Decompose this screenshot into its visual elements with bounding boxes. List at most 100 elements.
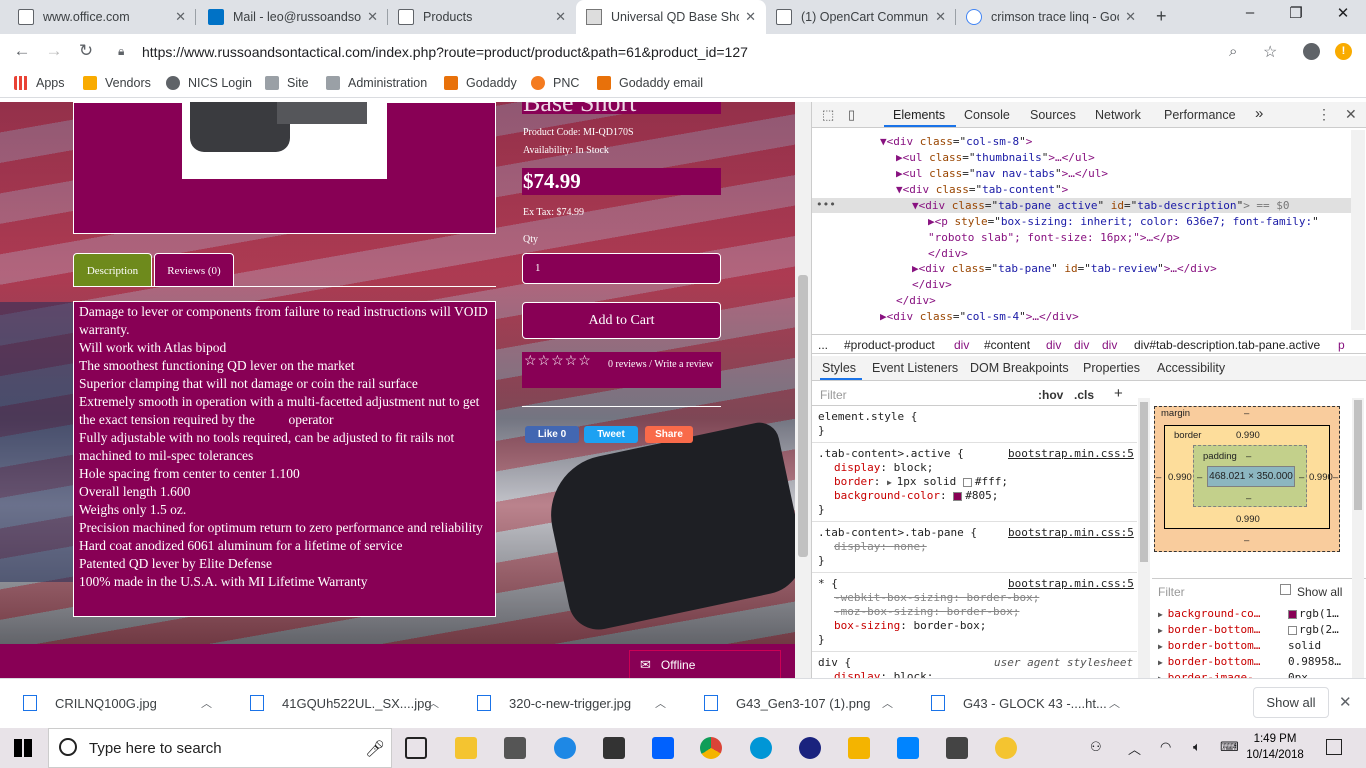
windows-start-icon[interactable] [14, 739, 32, 757]
task-view-icon[interactable] [405, 737, 427, 759]
margin-right-value[interactable]: – [1333, 472, 1338, 483]
dom-node-line[interactable]: ▼<div class="tab-content"> [896, 183, 1068, 196]
chevron-up-icon[interactable]: ︿ [882, 695, 893, 711]
breadcrumb-item[interactable]: div [1102, 338, 1117, 352]
margin-left-value[interactable]: – [1156, 472, 1161, 483]
new-rule-icon[interactable]: + [1114, 385, 1123, 402]
css-property[interactable]: box-sizing: border-box; [834, 619, 986, 632]
css-property[interactable]: display: block; [834, 461, 933, 474]
computed-filter-input[interactable]: Filter [1158, 585, 1185, 599]
css-selector[interactable]: element.style { [818, 410, 917, 423]
padding-bottom-value[interactable]: – [1246, 493, 1251, 504]
store-icon[interactable] [504, 737, 526, 759]
close-icon[interactable]: ✕ [175, 9, 186, 25]
close-icon[interactable]: ✕ [935, 9, 946, 25]
page-scrollbar-thumb[interactable] [798, 275, 808, 557]
computed-property-row[interactable]: ▶ border-bottom… [1158, 655, 1260, 668]
padding-top-value[interactable]: – [1246, 451, 1251, 462]
dom-node-line[interactable]: ▼<div class="tab-pane active" id="tab-de… [912, 199, 1290, 212]
zoom-icon[interactable]: ⌕ [1229, 43, 1237, 60]
bookmark-godaddy[interactable]: Godaddy [444, 76, 517, 90]
border-top-value[interactable]: 0.990 [1236, 430, 1260, 441]
forward-icon[interactable]: → [42, 41, 66, 61]
dom-node-line[interactable]: </div> [912, 278, 952, 291]
reviews-link[interactable]: 0 reviews / Write a review [522, 356, 721, 374]
css-source-link[interactable]: bootstrap.min.css:5 [1008, 577, 1134, 590]
downloads-show-all-button[interactable]: Show all [1253, 687, 1329, 718]
dom-node-line[interactable]: </div> [896, 294, 936, 307]
profile-avatar[interactable] [1303, 43, 1320, 60]
subtab-event-listeners[interactable]: Event Listeners [872, 361, 958, 375]
css-property[interactable]: border: ▶ 1px solid #fff; [834, 475, 1008, 488]
css-selector[interactable]: .tab-content>.tab-pane { [818, 526, 977, 539]
dom-node-line[interactable]: "roboto slab"; font-size: 16px;">…</p> [928, 231, 1180, 244]
dom-node-line[interactable]: ▶<div class="tab-pane" id="tab-review">…… [912, 262, 1217, 275]
margin-bottom-value[interactable]: – [1244, 535, 1249, 546]
download-item[interactable]: 320-c-new-trigger.jpg ︿ [477, 695, 666, 711]
dom-node-line[interactable]: ▼<div class="col-sm-8"> [880, 135, 1032, 148]
css-property[interactable]: background-color: #805; [834, 489, 998, 502]
chevron-up-icon[interactable]: ︿ [1128, 739, 1141, 758]
breadcrumb-item[interactable]: div [1074, 338, 1089, 352]
maximize-icon[interactable]: ❐ [1273, 4, 1319, 22]
bookmark-nics-login[interactable]: NICS Login [166, 76, 252, 90]
css-property[interactable]: -moz-box-sizing: border-box; [834, 605, 1019, 618]
css-property[interactable]: display: none; [834, 540, 927, 553]
css-selector[interactable]: .tab-content>.active { [818, 447, 964, 460]
chat-widget[interactable]: ✉ Offline [629, 650, 781, 678]
device-toolbar-icon[interactable]: ▯ [848, 107, 855, 123]
camera-icon[interactable] [946, 737, 968, 759]
border-right-value[interactable]: 0.990 [1309, 472, 1333, 483]
styles-scrollbar-thumb[interactable] [1140, 402, 1148, 562]
dom-node-line[interactable]: </div> [928, 247, 968, 260]
styles-filter-input[interactable]: Filter [820, 388, 847, 402]
dom-node-line[interactable]: ▶<div class="col-sm-4">…</div> [880, 310, 1079, 323]
file-explorer-icon[interactable] [455, 737, 477, 759]
computed-property-row[interactable]: ▶ background-co… [1158, 607, 1260, 620]
keyboard-icon[interactable]: ⌨ [1220, 739, 1239, 755]
tab-reviews[interactable]: Reviews (0) [154, 253, 234, 287]
subtab-dom-breakpoints[interactable]: DOM Breakpoints [970, 361, 1069, 375]
color-swatch[interactable] [962, 477, 972, 487]
more-tabs-icon[interactable]: » [1255, 105, 1263, 122]
download-item[interactable]: G43 - GLOCK 43 -....ht... ︿ [931, 695, 1120, 711]
bookmark-vendors[interactable]: Vendors [83, 76, 151, 90]
subtab-properties[interactable]: Properties [1083, 361, 1140, 375]
chrome-icon[interactable] [700, 737, 722, 759]
reload-icon[interactable]: ↻ [74, 41, 98, 61]
tab-performance[interactable]: Performance [1164, 108, 1236, 122]
bookmark-site[interactable]: Site [265, 76, 309, 90]
breadcrumb-more[interactable]: ... [818, 338, 828, 352]
back-icon[interactable]: ← [10, 41, 34, 61]
breadcrumb-item[interactable]: div [1046, 338, 1061, 352]
new-tab-button[interactable]: + [1156, 6, 1167, 27]
close-icon[interactable]: ✕ [367, 9, 378, 25]
app-icon[interactable] [995, 737, 1017, 759]
padding-right-value[interactable]: – [1299, 472, 1304, 483]
margin-top-value[interactable]: – [1244, 408, 1249, 419]
microphone-icon[interactable]: 🎤︎ [365, 739, 385, 759]
download-item[interactable]: CRILNQ100G.jpg ︿ [23, 695, 212, 711]
browser-tab[interactable]: crimson trace linq - Goo ✕ [956, 0, 1146, 34]
tab-console[interactable]: Console [964, 108, 1010, 122]
notifications-icon[interactable] [1326, 739, 1342, 755]
safari-icon[interactable] [554, 737, 576, 759]
dropbox-icon[interactable] [652, 737, 674, 759]
bookmark-godaddy-email[interactable]: Godaddy email [597, 76, 703, 90]
taskbar-clock[interactable]: 1:49 PM 10/14/2018 [1245, 731, 1305, 763]
close-icon[interactable]: ✕ [745, 9, 756, 25]
inspect-icon[interactable]: ⬚ [822, 107, 834, 123]
dom-node-line[interactable]: ▶<p style="box-sizing: inherit; color: 6… [928, 215, 1319, 228]
wifi-icon[interactable]: ◠ [1160, 739, 1171, 755]
computed-scrollbar-thumb[interactable] [1354, 400, 1362, 510]
tab-description[interactable]: Description [73, 253, 152, 287]
elements-scrollbar[interactable] [1351, 130, 1365, 330]
close-window-icon[interactable]: ✕ [1320, 4, 1366, 22]
browser-tab[interactable]: www.office.com ✕ [8, 0, 196, 34]
hov-toggle[interactable]: :hov [1038, 388, 1063, 402]
chevron-up-icon[interactable]: ︿ [201, 695, 212, 711]
computed-property-row[interactable]: ▶ border-bottom… [1158, 639, 1260, 652]
css-property[interactable]: -webkit-box-sizing: border-box; [834, 591, 1039, 604]
cls-toggle[interactable]: .cls [1074, 388, 1094, 402]
bookmark-apps[interactable]: Apps [14, 76, 65, 90]
